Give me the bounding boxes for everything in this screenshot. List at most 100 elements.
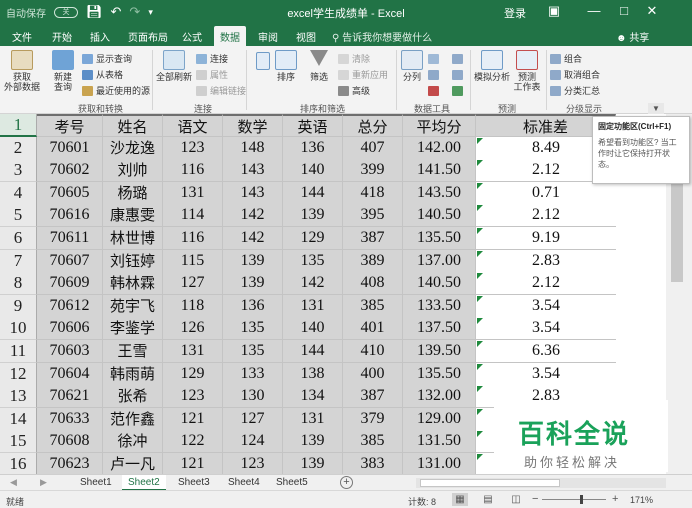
table-cell[interactable]: 139 (283, 453, 343, 476)
table-cell[interactable]: 115 (163, 249, 223, 273)
table-cell[interactable]: 126 (163, 317, 223, 341)
table-cell[interactable]: 范作鑫 (103, 407, 163, 431)
forecast-sheet-button[interactable]: 预测 工作表 (512, 50, 542, 92)
row-number[interactable]: 8 (0, 272, 37, 296)
table-cell[interactable]: 130 (223, 385, 283, 409)
ribbon-display-options-icon[interactable]: ▣ (544, 3, 564, 19)
table-cell[interactable]: 135.50 (403, 362, 476, 386)
zoom-slider[interactable] (542, 499, 606, 500)
row-number[interactable]: 3 (0, 159, 37, 183)
table-cell[interactable]: 124 (223, 430, 283, 454)
row-number[interactable]: 16 (0, 453, 37, 476)
table-cell[interactable]: 383 (343, 453, 403, 476)
table-cell[interactable]: 131 (163, 340, 223, 363)
table-cell[interactable]: 70608 (37, 430, 103, 454)
group-button[interactable]: 组合 (550, 52, 582, 65)
error-indicator-icon[interactable] (477, 318, 483, 325)
table-cell[interactable]: 6.36 (476, 340, 616, 363)
page-layout-view-icon[interactable]: ▤ (480, 493, 496, 506)
table-cell[interactable]: 142 (223, 204, 283, 228)
column-header-cell[interactable]: 姓名 (103, 114, 163, 137)
table-cell[interactable]: 138 (283, 362, 343, 386)
table-cell[interactable]: 70609 (37, 272, 103, 296)
advanced-filter-button[interactable]: 高级 (338, 84, 370, 97)
table-cell[interactable]: 139 (223, 272, 283, 296)
tab-review[interactable]: 审阅 (258, 29, 278, 44)
table-cell[interactable]: 李鉴学 (103, 317, 163, 341)
column-header-cell[interactable]: 语文 (163, 114, 223, 137)
table-cell[interactable]: 135 (283, 249, 343, 273)
error-indicator-icon[interactable] (477, 137, 483, 144)
table-cell[interactable]: 133.50 (403, 294, 476, 318)
table-cell[interactable]: 131 (283, 407, 343, 431)
error-indicator-icon[interactable] (477, 431, 483, 438)
new-query-button[interactable]: 新建 查询 (48, 50, 78, 92)
table-cell[interactable]: 400 (343, 362, 403, 386)
row-number[interactable]: 15 (0, 430, 37, 454)
table-cell[interactable]: 70611 (37, 227, 103, 250)
column-header-cell[interactable]: 数学 (223, 114, 283, 137)
table-cell[interactable]: 143 (223, 181, 283, 205)
data-validation-button[interactable] (428, 86, 439, 96)
login-link[interactable]: 登录 (504, 5, 526, 21)
table-cell[interactable]: 127 (163, 272, 223, 296)
tab-formulas[interactable]: 公式 (182, 29, 202, 44)
sort-az-button[interactable] (252, 52, 274, 72)
horizontal-scroll-thumb[interactable] (420, 479, 560, 487)
share-button[interactable]: ☻ 共享 (616, 29, 649, 44)
table-cell[interactable]: 70612 (37, 294, 103, 318)
sheet-tab[interactable]: Sheet4 (222, 475, 266, 491)
sheet-tab[interactable]: Sheet1 (74, 475, 118, 491)
table-cell[interactable]: 122 (163, 430, 223, 454)
table-cell[interactable]: 0.71 (476, 181, 616, 205)
column-header-cell[interactable]: 考号 (37, 114, 103, 137)
table-cell[interactable]: 韩雨萌 (103, 362, 163, 386)
table-cell[interactable]: 131.00 (403, 453, 476, 476)
table-cell[interactable]: 林世博 (103, 227, 163, 250)
table-cell[interactable]: 70603 (37, 340, 103, 363)
table-cell[interactable]: 131.50 (403, 430, 476, 454)
flash-fill-button[interactable] (428, 54, 439, 64)
table-cell[interactable]: 385 (343, 430, 403, 454)
table-cell[interactable]: 苑宇飞 (103, 294, 163, 318)
table-cell[interactable]: 140.50 (403, 272, 476, 296)
row-number[interactable]: 5 (0, 204, 37, 228)
table-cell[interactable]: 张希 (103, 385, 163, 409)
table-cell[interactable]: 137.00 (403, 249, 476, 273)
filter-button[interactable]: 筛选 (306, 50, 332, 82)
table-cell[interactable]: 137.50 (403, 317, 476, 341)
close-button[interactable]: ✕ (642, 3, 662, 19)
table-cell[interactable]: 135.50 (403, 227, 476, 250)
table-cell[interactable]: 70601 (37, 136, 103, 160)
row-number[interactable]: 7 (0, 249, 37, 273)
table-cell[interactable]: 407 (343, 136, 403, 160)
get-external-data-button[interactable]: 获取 外部数据 (4, 50, 40, 92)
row-number[interactable]: 12 (0, 362, 37, 386)
table-cell[interactable]: 395 (343, 204, 403, 228)
row-number[interactable]: 2 (0, 136, 37, 160)
row-number[interactable]: 10 (0, 317, 37, 341)
table-cell[interactable]: 142 (283, 272, 343, 296)
table-cell[interactable]: 徐冲 (103, 430, 163, 454)
what-if-analysis-button[interactable]: 模拟分析 (474, 50, 510, 82)
table-cell[interactable]: 2.12 (476, 204, 616, 228)
table-cell[interactable]: 3.54 (476, 294, 616, 318)
table-cell[interactable]: 王雪 (103, 340, 163, 363)
table-cell[interactable]: 136 (283, 136, 343, 160)
error-indicator-icon[interactable] (477, 250, 483, 257)
minimize-button[interactable]: — (584, 3, 604, 18)
row-number[interactable]: 6 (0, 227, 37, 250)
table-cell[interactable]: 129 (163, 362, 223, 386)
table-cell[interactable]: 9.19 (476, 227, 616, 250)
table-cell[interactable]: 121 (163, 407, 223, 431)
table-cell[interactable]: 70616 (37, 204, 103, 228)
table-cell[interactable]: 135 (223, 340, 283, 363)
table-cell[interactable]: 134 (283, 385, 343, 409)
table-cell[interactable]: 139 (223, 249, 283, 273)
error-indicator-icon[interactable] (477, 454, 483, 460)
table-cell[interactable]: 418 (343, 181, 403, 205)
prev-sheet-arrow-icon[interactable]: ◀ (10, 477, 17, 488)
table-cell[interactable]: 韩林霖 (103, 272, 163, 296)
error-indicator-icon[interactable] (477, 182, 483, 189)
row-number[interactable]: 9 (0, 294, 37, 318)
